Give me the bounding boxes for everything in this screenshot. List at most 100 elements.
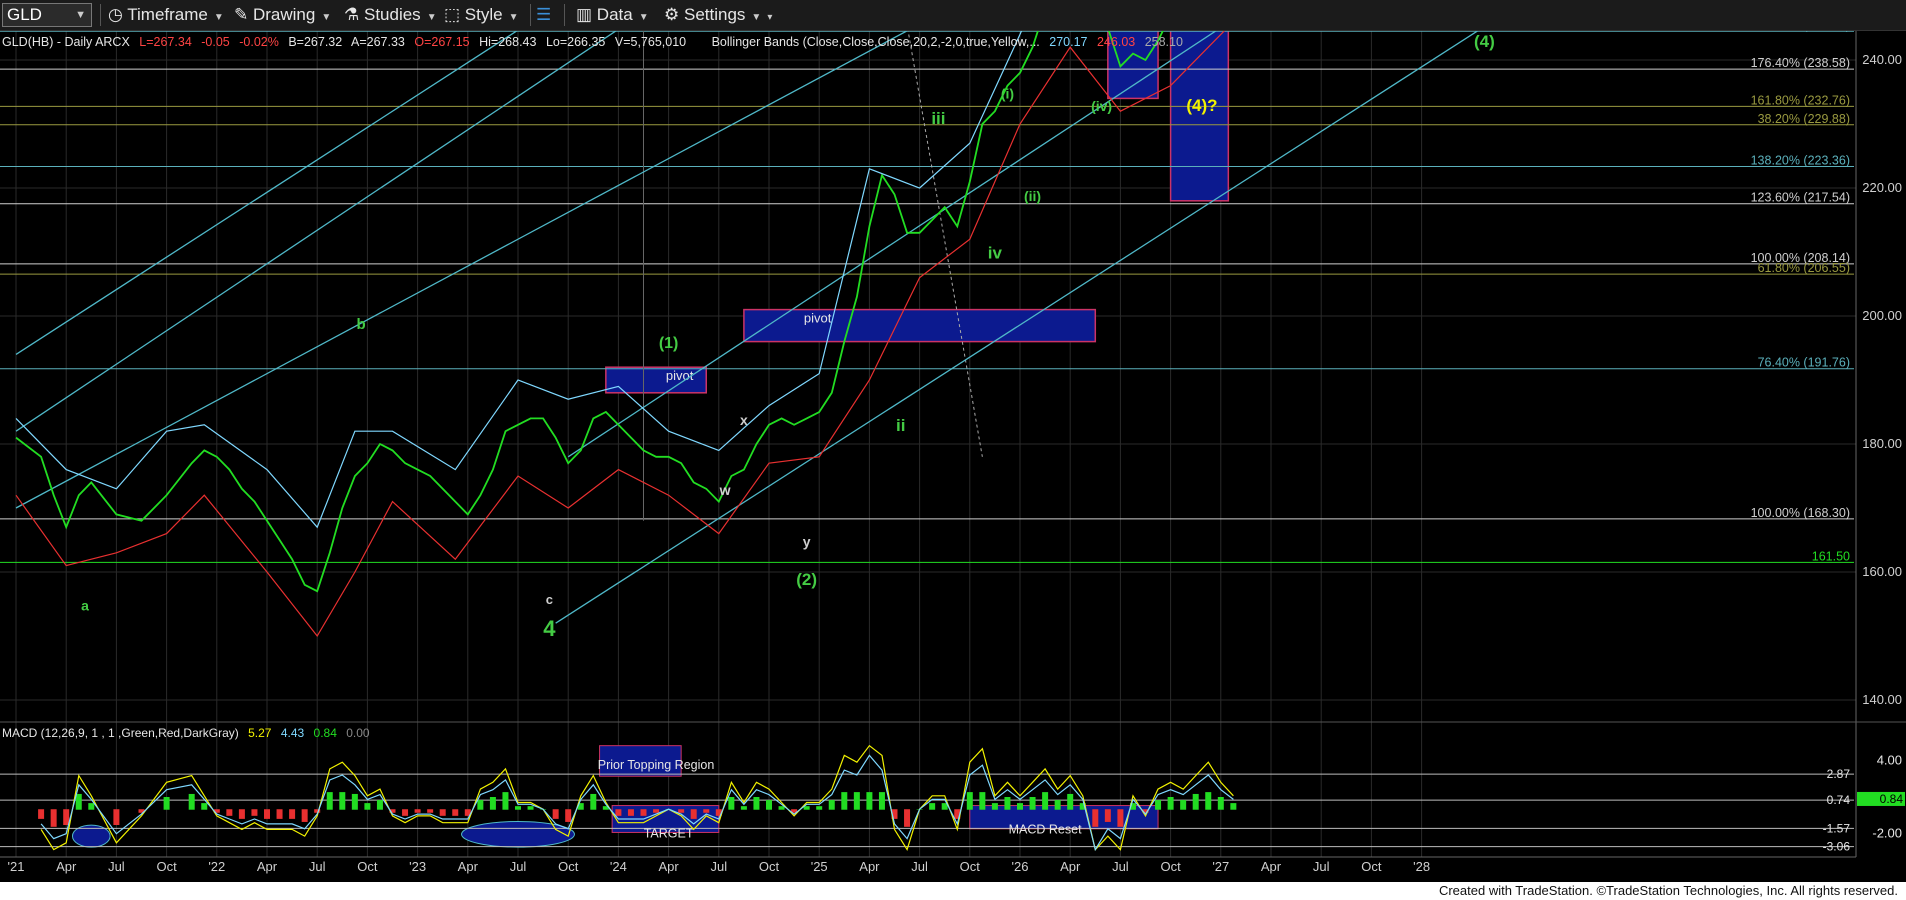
chevron-down-icon: ▼ [508,12,519,23]
macd-annotation: Prior Topping Region [598,758,715,772]
time-axis[interactable]: '21 Apr Jul Oct '22 Apr Jul Oct '23 Apr Jul Oct '24 A… [8,859,1431,874]
wave-label: ii [896,416,905,435]
symbol-label: GLD [7,5,42,24]
price-chart[interactable]: pivotpivot 361.80% (312.44)338.20% (303.… [0,31,1906,882]
bb-mid-value: 258.10 [1145,35,1183,49]
macd-histogram-bar [301,809,308,822]
time-axis-tick-label: '21 [8,859,25,874]
style-label: Style [464,5,503,24]
symbol-selector[interactable]: GLD ▼ [2,3,92,27]
low-price: Lo=266.35 [546,35,605,49]
time-axis-tick-label: Jul [510,859,527,874]
price-axis-tick-label: 180.00 [1862,436,1902,451]
wave-label: 4 [543,616,556,641]
clock-icon: ◷ [108,5,123,24]
wave-label: b [357,316,366,333]
data-label: Data [596,5,633,24]
time-axis-tick-label: Jul [1313,859,1330,874]
macd-annotation: MACD Reset [1009,823,1082,837]
settings-menu[interactable]: ⚙ Settings ▼ ▾ [664,3,772,27]
wave-label: (ii) [1024,188,1041,204]
pencil-icon: ✎ [234,5,249,24]
macd-histogram-bar [201,803,208,810]
style-menu[interactable]: ⬚ Style ▼ [444,3,519,27]
symbol-info: GLD(HB) - Daily ARCX [2,35,130,49]
macd-histogram-bar [979,792,986,810]
chevron-down-icon: ▾ [767,12,773,23]
time-axis-tick-label: '22 [208,859,225,874]
studies-menu[interactable]: ⚗ Studies ▼ [344,3,437,27]
bid-price: B=267.32 [288,35,342,49]
macd-level-label: -1.57 [1823,821,1851,835]
toolbar: GLD ▼ ◷ Timeframe ▼ ✎ Drawing ▼ ⚗ Studies ▼ … [0,0,1906,31]
macd-histogram-bar [113,809,120,825]
macd-histogram-bar [1042,792,1049,810]
last-price: L=267.34 [139,35,192,49]
fib-label: 161.50 [1812,549,1850,563]
macd-histogram-bar [565,809,572,822]
toolbar-divider [530,4,531,26]
chevron-down-icon: ▼ [751,12,762,23]
wave-label: (i) [1001,85,1014,101]
macd-histogram-bar [853,792,860,810]
layout-button[interactable]: ☰ [536,3,551,27]
bar-chart-icon: ▥ [576,5,593,24]
macd-value-4: 0.00 [346,726,370,740]
macd-histogram-bar [439,809,446,816]
macd-histogram-bar [740,806,747,810]
macd-histogram-bar [63,809,70,825]
time-axis-tick-label: Oct [960,859,981,874]
macd-histogram-bar [1017,803,1023,810]
macd-histogram-bar [88,803,95,810]
macd-histogram-bar [590,793,597,810]
fib-label: 23.60% (244.49) [1758,31,1850,32]
macd-level-label: 0.74 [1827,793,1851,807]
time-axis-tick-label: Apr [56,859,77,874]
time-axis-tick-label: Apr [859,859,880,874]
copyright-text: Created with TradeStation. ©TradeStation… [1438,883,1898,898]
target-zone [743,308,1097,343]
macd-histogram-bar [1054,800,1061,810]
macd-histogram-bar [1104,809,1111,822]
macd-histogram-bar [753,797,760,810]
wave-label: iv [988,243,1003,262]
bb-upper-value: 270.17 [1049,35,1087,49]
chevron-down-icon: ▼ [321,12,332,23]
macd-histogram-bar [816,806,823,810]
price-axis-tick-label: 240.00 [1862,52,1902,67]
macd-histogram-bar [414,809,421,813]
wave-label: a [81,597,89,613]
time-axis-tick-label: Jul [108,859,125,874]
macd-histogram-bar [452,809,459,816]
macd-histogram-bar [238,809,245,819]
macd-histogram-bar [339,792,346,810]
time-axis-tick-label: Oct [1361,859,1382,874]
fib-label: 38.20% (229.88) [1758,112,1850,126]
chevron-down-icon: ▼ [213,12,224,23]
macd-histogram-bar [1217,797,1224,810]
drawing-menu[interactable]: ✎ Drawing ▼ [234,3,331,27]
time-axis-tick-label: Oct [156,859,177,874]
time-axis-tick-label: Jul [1112,859,1129,874]
macd-histogram-bar [615,809,622,816]
data-menu[interactable]: ▥ Data ▼ [576,3,649,27]
price-axis-tick-label: 140.00 [1862,692,1902,707]
macd-histogram-bar [866,792,873,810]
studies-label: Studies [363,5,421,24]
time-axis-tick-label: Apr [1261,859,1282,874]
macd-histogram-bar [929,803,936,810]
macd-annotation: TARGET [644,826,694,840]
macd-histogram-bar [1180,800,1187,810]
macd-level-label: 2.87 [1827,767,1851,781]
drawing-label: Drawing [252,5,316,24]
macd-histogram-bar [477,800,484,810]
time-axis-tick-label: Jul [911,859,928,874]
wave-label: (1) [659,335,679,352]
macd-value-2: 4.43 [281,726,305,740]
time-axis-tick-label: '27 [1212,859,1229,874]
wave-label: w [719,482,731,498]
high-price: Hi=268.43 [479,35,536,49]
flask-icon: ⚗ [344,5,360,24]
timeframe-menu[interactable]: ◷ Timeframe ▼ [108,3,224,27]
macd-histogram-bar [1092,809,1099,827]
